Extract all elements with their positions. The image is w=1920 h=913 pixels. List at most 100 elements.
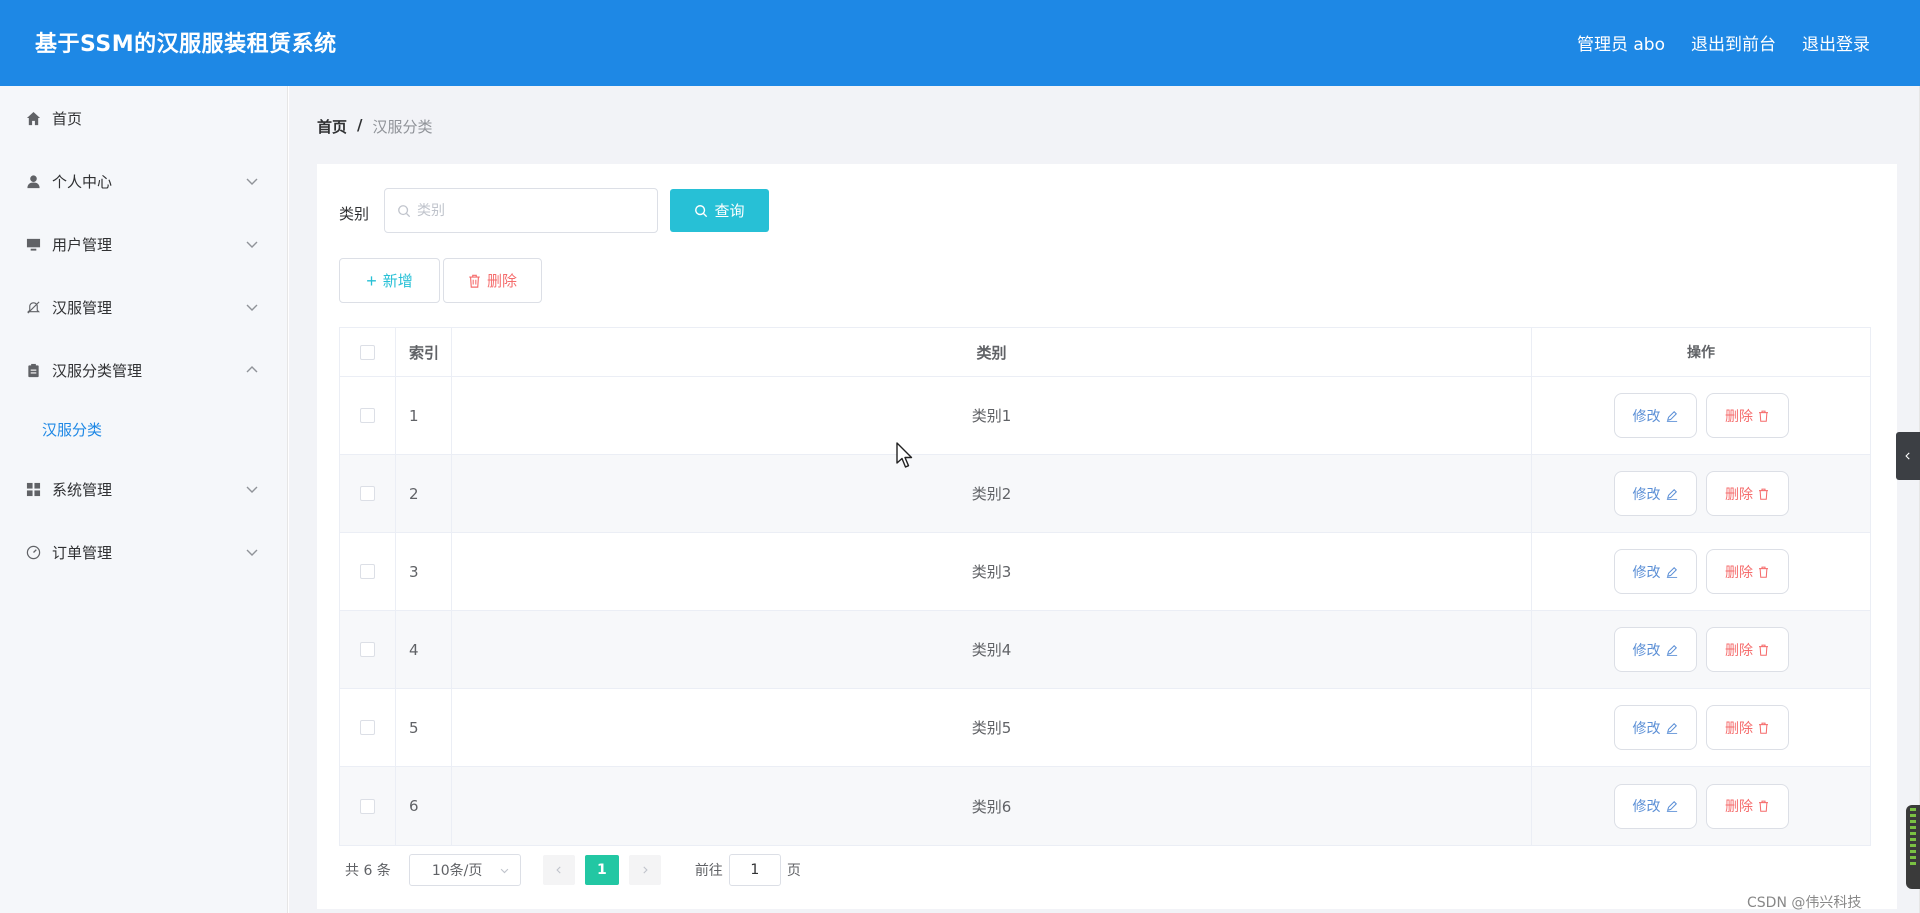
batch-delete-label: 删除 <box>486 273 517 290</box>
pagination-total: 共 6 条 <box>345 863 391 879</box>
row-checkbox[interactable] <box>360 486 375 501</box>
row-category: 类别4 <box>452 611 1532 688</box>
search-input[interactable] <box>417 202 637 219</box>
delete-button[interactable]: 删除 <box>1705 393 1789 438</box>
trash-icon <box>1759 800 1768 812</box>
edit-button[interactable]: 修改 <box>1613 705 1697 750</box>
exit-to-front-link[interactable]: 退出到前台 <box>1691 30 1776 55</box>
category-table: 索引 类别 操作 1 类别1 修改 删除 2 类别2 修改 删除 3 类别3 修… <box>339 327 1871 846</box>
grid-icon <box>24 480 42 498</box>
goto-suffix: 页 <box>786 863 801 879</box>
chevron-left-icon <box>556 866 561 874</box>
edit-icon <box>1666 800 1677 812</box>
edit-button[interactable]: 修改 <box>1613 471 1697 516</box>
chevron-right-icon <box>643 866 648 874</box>
row-checkbox[interactable] <box>360 720 375 735</box>
page-size-value: 10条/页 <box>431 863 483 879</box>
delete-button[interactable]: 删除 <box>1705 627 1789 672</box>
delete-button[interactable]: 删除 <box>1705 549 1789 594</box>
monitor-icon <box>24 235 42 253</box>
volume-meter-widget <box>1906 805 1920 889</box>
chevron-down-icon <box>246 549 258 556</box>
table-row: 6 类别6 修改 删除 <box>340 767 1870 845</box>
chevron-down-icon <box>246 241 258 248</box>
sidebar: 首页 个人中心 用户管理 汉服管理 汉服分类管理 汉服分类 系统管理 订单管理 <box>0 86 288 913</box>
sidebar-item-label: 系统管理 <box>52 480 113 499</box>
edit-icon <box>1666 566 1677 578</box>
edit-label: 修改 <box>1632 485 1661 502</box>
sidebar-item-hanfu[interactable]: 汉服管理 <box>0 287 288 327</box>
home-icon <box>24 109 42 127</box>
edit-label: 修改 <box>1632 641 1661 658</box>
row-index: 1 <box>396 377 452 454</box>
collapse-panel-tab[interactable] <box>1896 432 1920 480</box>
breadcrumb: 首页 / 汉服分类 <box>317 116 433 137</box>
column-header-index: 索引 <box>396 328 452 376</box>
row-checkbox[interactable] <box>360 642 375 657</box>
sidebar-item-home[interactable]: 首页 <box>0 98 288 138</box>
sidebar-item-profile[interactable]: 个人中心 <box>0 161 288 201</box>
edit-label: 修改 <box>1632 719 1661 736</box>
sidebar-item-system[interactable]: 系统管理 <box>0 469 288 509</box>
goto-prefix: 前往 <box>694 863 723 879</box>
row-index: 4 <box>396 611 452 688</box>
row-index: 5 <box>396 689 452 766</box>
breadcrumb-home[interactable]: 首页 <box>317 116 347 137</box>
table-row: 4 类别4 修改 删除 <box>340 611 1870 689</box>
sidebar-item-orders[interactable]: 订单管理 <box>0 532 288 572</box>
breadcrumb-current: 汉服分类 <box>372 118 433 136</box>
edit-icon <box>1666 644 1677 656</box>
chevron-down-icon <box>500 868 509 873</box>
row-category: 类别6 <box>452 767 1532 845</box>
sidebar-item-category-mgmt[interactable]: 汉服分类管理 <box>0 350 288 390</box>
sidebar-item-label: 首页 <box>52 109 83 128</box>
row-index: 3 <box>396 533 452 610</box>
trash-icon <box>1759 566 1768 578</box>
row-checkbox[interactable] <box>360 408 375 423</box>
clipboard-icon <box>24 361 42 379</box>
chevron-down-icon <box>246 486 258 493</box>
sidebar-item-label: 订单管理 <box>52 543 113 562</box>
edit-button[interactable]: 修改 <box>1613 783 1697 829</box>
row-category: 类别3 <box>452 533 1532 610</box>
header-actions: 管理员 abo 退出到前台 退出登录 <box>1577 30 1870 55</box>
plus-icon: + <box>366 270 377 291</box>
delete-button[interactable]: 删除 <box>1705 783 1789 829</box>
sidebar-subitem-category[interactable]: 汉服分类 <box>42 419 102 440</box>
row-checkbox[interactable] <box>360 564 375 579</box>
edit-button[interactable]: 修改 <box>1613 393 1697 438</box>
top-header: 基于SSM的汉服服装租赁系统 管理员 abo 退出到前台 退出登录 <box>0 0 1920 86</box>
delete-button[interactable]: 删除 <box>1705 705 1789 750</box>
query-button[interactable]: 查询 <box>670 189 769 232</box>
row-checkbox[interactable] <box>360 798 375 814</box>
delete-button[interactable]: 删除 <box>1705 471 1789 516</box>
chevron-down-icon <box>246 178 258 185</box>
goto-page-input[interactable] <box>728 854 781 886</box>
table-row: 2 类别2 修改 删除 <box>340 455 1870 533</box>
sidebar-item-users[interactable]: 用户管理 <box>0 224 288 264</box>
row-index: 2 <box>396 455 452 532</box>
edit-button[interactable]: 修改 <box>1613 549 1697 594</box>
search-field[interactable] <box>384 188 658 233</box>
next-page-button[interactable] <box>628 855 661 885</box>
delete-label: 删除 <box>1725 641 1753 658</box>
bell-off-icon <box>24 298 42 316</box>
batch-delete-button[interactable]: 删除 <box>443 258 542 303</box>
search-icon <box>695 204 708 217</box>
chevron-left-icon <box>1905 452 1910 460</box>
add-button[interactable]: + 新增 <box>339 258 440 303</box>
search-label: 类别 <box>339 205 370 223</box>
admin-user-label[interactable]: 管理员 abo <box>1577 30 1665 55</box>
content-panel: 类别 查询 + 新增 删除 索引 类别 操作 1 <box>317 164 1897 909</box>
page-number-active[interactable]: 1 <box>584 855 619 885</box>
page-size-select[interactable]: 10条/页 <box>408 854 521 886</box>
sidebar-item-label: 汉服分类管理 <box>52 361 143 380</box>
trash-icon <box>1759 410 1768 422</box>
watermark: CSDN @伟兴科技 <box>1747 895 1862 911</box>
select-all-checkbox[interactable] <box>360 344 375 360</box>
logout-link[interactable]: 退出登录 <box>1802 30 1870 55</box>
prev-page-button[interactable] <box>542 855 575 885</box>
chevron-up-icon <box>246 366 258 373</box>
trash-icon <box>469 274 480 288</box>
edit-button[interactable]: 修改 <box>1613 627 1697 672</box>
